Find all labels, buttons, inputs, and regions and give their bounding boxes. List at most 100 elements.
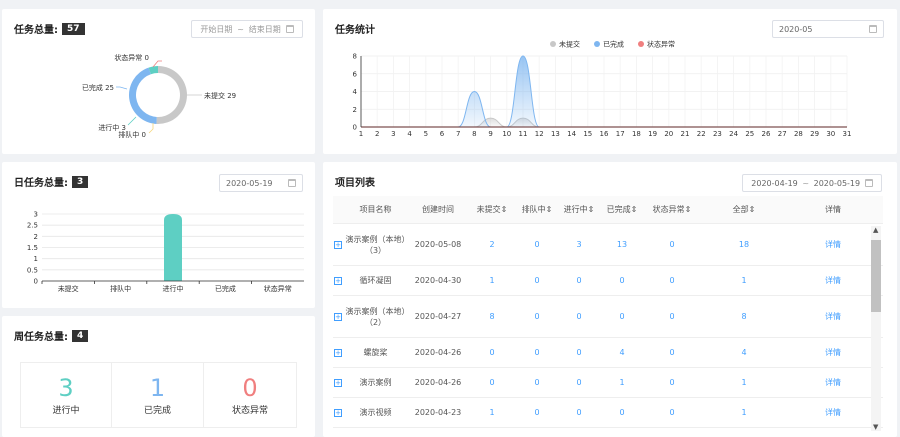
project-completed[interactable]: 0: [600, 408, 644, 417]
bar-x-tick-label: 排队中: [110, 284, 131, 293]
project-not-submitted[interactable]: 0: [468, 348, 516, 357]
project-not-submitted[interactable]: 1: [468, 276, 516, 285]
expand-row-icon[interactable]: +: [334, 241, 342, 249]
project-in-progress[interactable]: 0: [558, 408, 600, 417]
bar-x-tick-label: 状态异常: [264, 284, 292, 293]
task-stats-card: 任务统计 2020-05 未提交 已完成 状态异常 0 2 4 6 8 1 2 3 4 5 6 7 8 9 10…: [323, 9, 897, 154]
sort-icon: ⇕: [684, 205, 692, 214]
x-tick-label: 16: [600, 130, 609, 138]
project-list-card: 项目列表 2020-04-19 ~ 2020-05-19 项目名称 创建时间 未…: [323, 162, 897, 437]
project-in-progress[interactable]: 0: [558, 276, 600, 285]
project-queued[interactable]: 0: [516, 276, 558, 285]
project-total[interactable]: 4: [700, 348, 788, 357]
expand-row-icon[interactable]: +: [334, 313, 342, 321]
project-date-end[interactable]: 2020-05-19: [814, 179, 861, 188]
table-scrollbar[interactable]: ▲ ▼: [871, 226, 881, 431]
project-not-submitted[interactable]: 2: [468, 240, 516, 249]
project-in-progress[interactable]: 3: [558, 240, 600, 249]
col-completed-sort[interactable]: 已完成⇕: [600, 204, 644, 215]
project-completed[interactable]: 0: [600, 276, 644, 285]
project-total[interactable]: 1: [700, 378, 788, 387]
project-total[interactable]: 1: [700, 408, 788, 417]
project-error[interactable]: 0: [644, 378, 700, 387]
project-date-range-picker[interactable]: 2020-04-19 ~ 2020-05-19: [742, 174, 882, 192]
expand-row-icon[interactable]: +: [334, 277, 342, 285]
project-queued[interactable]: 0: [516, 408, 558, 417]
project-in-progress[interactable]: 0: [558, 312, 600, 321]
project-error[interactable]: 0: [644, 276, 700, 285]
table-row: + 演示案例（本地）（3） 2020-05-08 2 0 3 13 0 18 详情: [333, 224, 883, 266]
project-completed[interactable]: 13: [600, 240, 644, 249]
scroll-thumb[interactable]: [871, 240, 881, 312]
project-queued[interactable]: 0: [516, 312, 558, 321]
project-queued[interactable]: 0: [516, 240, 558, 249]
donut-chart: 状态异常 0 未提交 29 已完成 25 进行中 3 排队中 0: [82, 53, 236, 139]
project-queued[interactable]: 0: [516, 378, 558, 387]
col-error-sort[interactable]: 状态异常⇕: [644, 204, 700, 215]
bar-y-tick-label: 2: [34, 233, 38, 241]
weekly-stat-in-progress: 3 进行中: [20, 362, 112, 428]
bar-y-tick-label: 0: [34, 278, 38, 286]
project-total[interactable]: 8: [700, 312, 788, 321]
project-in-progress[interactable]: 0: [558, 348, 600, 357]
project-error[interactable]: 0: [644, 408, 700, 417]
scroll-up-icon[interactable]: ▲: [873, 226, 878, 234]
x-tick-label: 29: [810, 130, 819, 138]
weekly-task-count: 4: [72, 329, 89, 342]
project-name: 螺旋桨: [363, 348, 388, 357]
legend-label-2: 状态异常: [647, 40, 675, 49]
donut-slice-0: [156, 66, 188, 124]
project-table: 项目名称 创建时间 未提交⇕ 排队中⇕ 进行中⇕ 已完成⇕ 状态异常⇕ 全部⇕ …: [333, 196, 883, 428]
project-date-start[interactable]: 2020-04-19: [751, 179, 798, 188]
detail-link[interactable]: 详情: [788, 347, 878, 358]
col-not-submitted-sort[interactable]: 未提交⇕: [468, 204, 516, 215]
daily-bar-chart: 0 0.5 1 1.5 2 2.5 3 未提交 排队中 进行中 已完成 状态异常: [27, 211, 304, 293]
table-row: + 演示案例 2020-04-26 0 0 0 1 0 1 详情: [333, 368, 883, 398]
x-tick-label: 11: [519, 130, 528, 138]
project-completed[interactable]: 1: [600, 378, 644, 387]
x-tick-label: 30: [826, 130, 835, 138]
x-tick-label: 26: [762, 130, 771, 138]
project-in-progress[interactable]: 0: [558, 378, 600, 387]
table-header: 项目名称 创建时间 未提交⇕ 排队中⇕ 进行中⇕ 已完成⇕ 状态异常⇕ 全部⇕ …: [333, 196, 883, 224]
project-not-submitted[interactable]: 8: [468, 312, 516, 321]
y-tick-label: 4: [353, 88, 358, 96]
project-error[interactable]: 0: [644, 348, 700, 357]
stat-value: 0: [242, 373, 258, 402]
donut-label-not-submitted: 未提交 29: [204, 91, 236, 100]
project-created: 2020-04-26: [414, 348, 462, 357]
project-not-submitted[interactable]: 1: [468, 408, 516, 417]
detail-link[interactable]: 详情: [788, 275, 878, 286]
x-tick-label: 23: [713, 130, 722, 138]
project-error[interactable]: 0: [644, 312, 700, 321]
project-completed[interactable]: 0: [600, 312, 644, 321]
bar-x-tick-label: 未提交: [58, 284, 79, 293]
project-queued[interactable]: 0: [516, 348, 558, 357]
project-completed[interactable]: 4: [600, 348, 644, 357]
project-created: 2020-04-30: [414, 276, 462, 285]
col-queued-sort[interactable]: 排队中⇕: [516, 204, 558, 215]
scroll-down-icon[interactable]: ▼: [873, 423, 878, 431]
project-total[interactable]: 18: [700, 240, 788, 249]
col-in-progress-sort[interactable]: 进行中⇕: [558, 204, 600, 215]
project-total[interactable]: 1: [700, 276, 788, 285]
expand-row-icon[interactable]: +: [334, 409, 342, 417]
stat-label: 进行中: [52, 405, 80, 416]
project-name: 演示案例（本地）（2）: [345, 306, 406, 327]
x-tick-label: 9: [488, 130, 492, 138]
detail-link[interactable]: 详情: [788, 239, 878, 250]
project-not-submitted[interactable]: 0: [468, 378, 516, 387]
detail-link[interactable]: 详情: [788, 311, 878, 322]
project-error[interactable]: 0: [644, 240, 700, 249]
project-name: 循环凝固: [359, 276, 392, 285]
table-row: + 螺旋桨 2020-04-26 0 0 0 4 0 4 详情: [333, 338, 883, 368]
expand-row-icon[interactable]: +: [334, 379, 342, 387]
col-total-sort[interactable]: 全部⇕: [700, 204, 788, 215]
stat-label: 已完成: [143, 405, 171, 416]
project-list-title: 项目列表: [335, 178, 375, 189]
expand-row-icon[interactable]: +: [334, 349, 342, 357]
donut-label-error: 状态异常 0: [114, 53, 149, 62]
col-detail: 详情: [825, 205, 841, 214]
detail-link[interactable]: 详情: [788, 407, 878, 418]
detail-link[interactable]: 详情: [788, 377, 878, 388]
